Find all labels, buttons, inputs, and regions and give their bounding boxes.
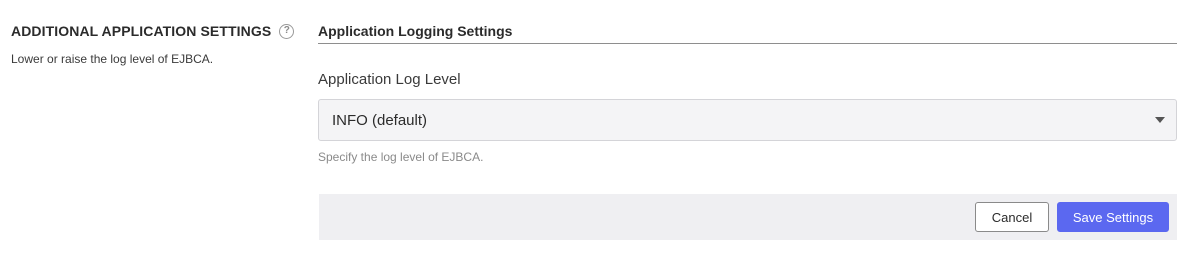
save-settings-button[interactable]: Save Settings <box>1057 202 1169 232</box>
settings-page: ADDITIONAL APPLICATION SETTINGS ? Lower … <box>0 0 1190 265</box>
log-level-label: Application Log Level <box>318 71 461 88</box>
question-circle-icon[interactable]: ? <box>279 23 295 39</box>
logging-settings-panel: Application Logging Settings Application… <box>318 20 1177 164</box>
caret-down-icon <box>1155 117 1165 123</box>
section-header: ADDITIONAL APPLICATION SETTINGS ? Lower … <box>11 20 301 66</box>
cancel-button[interactable]: Cancel <box>975 202 1049 232</box>
section-title-row: ADDITIONAL APPLICATION SETTINGS ? <box>11 20 301 42</box>
action-bar: Cancel Save Settings <box>319 194 1177 240</box>
log-level-selected-value: INFO (default) <box>332 111 428 129</box>
section-description: Lower or raise the log level of EJBCA. <box>11 52 214 66</box>
panel-title: Application Logging Settings <box>318 20 1177 44</box>
log-level-select[interactable]: INFO (default) <box>318 99 1177 141</box>
section-title: ADDITIONAL APPLICATION SETTINGS <box>11 23 272 39</box>
log-level-help-text: Specify the log level of EJBCA. <box>318 150 484 164</box>
